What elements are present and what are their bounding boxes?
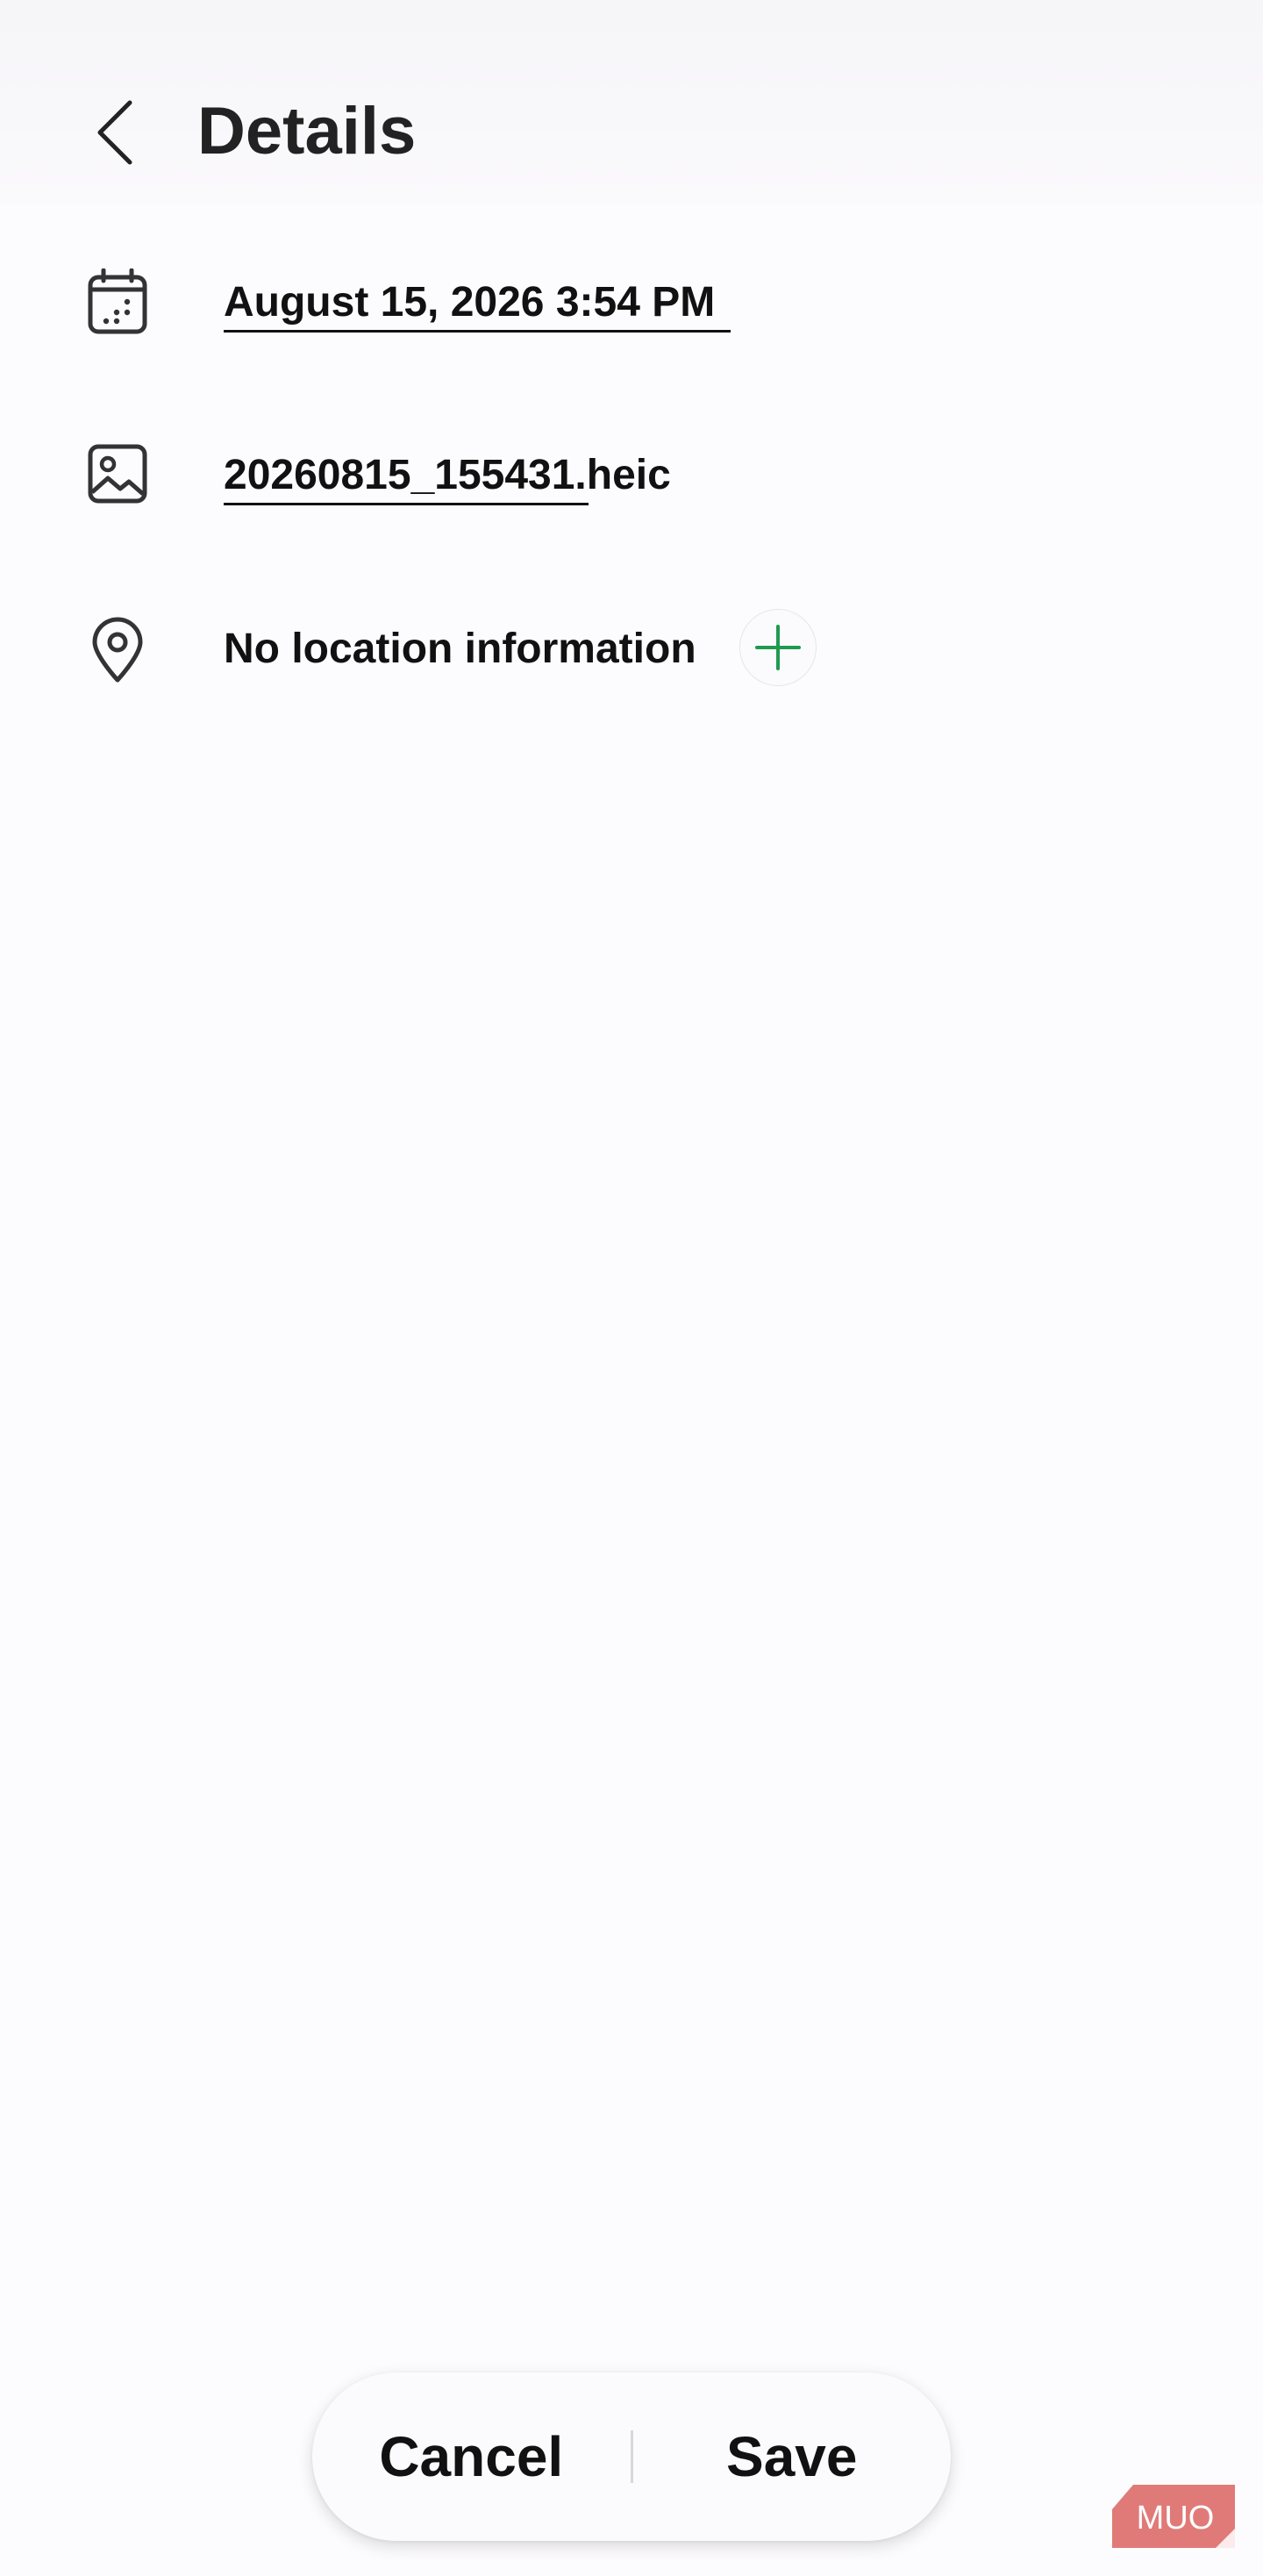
plus-icon [755,625,801,670]
filename-value[interactable]: 20260815_155431.heic [224,449,671,502]
date-time-underline [224,330,731,333]
filename-underline [224,503,589,505]
location-row: No location information [0,583,1263,715]
calendar-icon [84,265,151,339]
muo-logo: MUO [1112,2485,1235,2548]
muo-logo-text: MUO [1137,2500,1215,2537]
details-screen: Details August 15, 2026 3:54 PM 20260815… [0,0,1263,2576]
location-value: No location information [224,626,696,672]
save-button[interactable]: Save [633,2372,952,2541]
date-time-value[interactable]: August 15, 2026 3:54 PM [224,276,715,329]
page-title: Details [197,94,417,168]
add-location-button[interactable] [739,609,817,686]
header-bar: Details [0,0,1263,204]
chevron-left-icon [97,100,132,165]
location-pin-icon [84,613,151,687]
back-button[interactable] [74,84,154,181]
filename-row: 20260815_155431.heic [0,410,1263,541]
cancel-button[interactable]: Cancel [312,2372,631,2541]
bottom-action-bar: Cancel Save [312,2372,951,2541]
date-time-row: August 15, 2026 3:54 PM [0,237,1263,369]
image-icon [84,437,151,511]
